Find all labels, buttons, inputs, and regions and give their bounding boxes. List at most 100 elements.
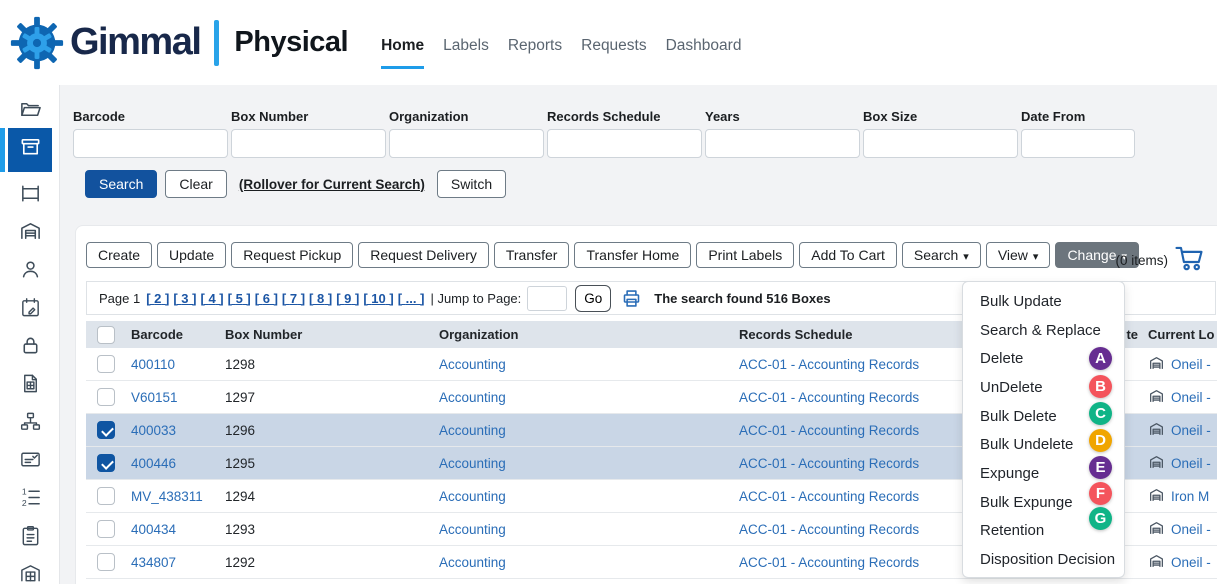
records-schedule-link[interactable]: ACC-01 - Accounting Records	[734, 522, 983, 537]
brand-logo[interactable]: Gimmal	[8, 14, 200, 72]
view-dropdown-button[interactable]: View▾	[986, 242, 1051, 268]
records-schedule-link[interactable]: ACC-01 - Accounting Records	[734, 489, 983, 504]
update-button[interactable]: Update	[157, 242, 226, 268]
row-checkbox[interactable]	[97, 421, 115, 439]
sidebar-item-numbered-list[interactable]: 12	[8, 481, 52, 519]
current-location-link[interactable]: Iron M	[1171, 489, 1209, 504]
box-number-value: 1296	[220, 423, 434, 438]
menu-item-disposition-decision[interactable]: Disposition Decision	[963, 545, 1124, 574]
row-checkbox[interactable]	[97, 487, 115, 505]
current-location-link[interactable]: Oneil -	[1171, 423, 1211, 438]
cart-items-count: (0 items)	[1115, 253, 1168, 268]
nav-item-requests[interactable]: Requests	[581, 37, 646, 69]
nav-item-labels[interactable]: Labels	[443, 37, 489, 69]
folder-open-icon	[19, 98, 42, 126]
sidebar-item-security[interactable]	[8, 329, 52, 367]
organization-link[interactable]: Accounting	[434, 423, 734, 438]
sidebar-item-shelves[interactable]	[8, 177, 52, 215]
page-link-9[interactable]: 9	[336, 291, 359, 306]
transfer-home-button[interactable]: Transfer Home	[574, 242, 691, 268]
cart-area[interactable]: (0 items)	[1115, 244, 1206, 276]
organization-link[interactable]: Accounting	[434, 357, 734, 372]
barcode-input[interactable]	[73, 129, 228, 158]
organization-link[interactable]: Accounting	[434, 555, 734, 570]
go-button[interactable]: Go	[575, 285, 611, 312]
row-checkbox[interactable]	[97, 355, 115, 373]
barcode-link[interactable]: MV_438311	[126, 489, 220, 504]
page-link-4[interactable]: 4	[200, 291, 223, 306]
current-location-link[interactable]: Oneil -	[1171, 522, 1211, 537]
sidebar-item-schedule[interactable]	[8, 291, 52, 329]
sidebar-item-users[interactable]	[8, 253, 52, 291]
jump-to-page-input[interactable]	[527, 286, 567, 311]
records-schedule-link[interactable]: ACC-01 - Accounting Records	[734, 390, 983, 405]
printer-icon[interactable]	[621, 288, 642, 309]
organization-link[interactable]: Accounting	[434, 456, 734, 471]
request-delivery-button[interactable]: Request Delivery	[358, 242, 489, 268]
rollover-current-search-link[interactable]: (Rollover for Current Search)	[239, 177, 425, 192]
records-schedule-link[interactable]: ACC-01 - Accounting Records	[734, 423, 983, 438]
records-schedule-link[interactable]: ACC-01 - Accounting Records	[734, 357, 983, 372]
sidebar-item-storage[interactable]	[8, 557, 52, 584]
brand-name: Gimmal	[70, 21, 200, 64]
page-link-3[interactable]: 3	[173, 291, 196, 306]
current-location-link[interactable]: Oneil -	[1171, 357, 1211, 372]
sidebar-item-boxes[interactable]	[8, 128, 52, 172]
warehouse-location-icon	[1148, 354, 1165, 374]
organization-link[interactable]: Accounting	[434, 489, 734, 504]
row-checkbox[interactable]	[97, 388, 115, 406]
sidebar-item-hierarchy[interactable]	[8, 405, 52, 443]
sidebar-item-folders[interactable]	[8, 93, 52, 131]
records-schedule-input[interactable]	[547, 129, 702, 158]
records-schedule-link[interactable]: ACC-01 - Accounting Records	[734, 456, 983, 471]
current-location-link[interactable]: Oneil -	[1171, 456, 1211, 471]
current-location-link[interactable]: Oneil -	[1171, 390, 1211, 405]
barcode-link[interactable]: 400033	[126, 423, 220, 438]
page-link-8[interactable]: 8	[309, 291, 332, 306]
barcode-link[interactable]: 400434	[126, 522, 220, 537]
request-pickup-button[interactable]: Request Pickup	[231, 242, 353, 268]
box-size-input[interactable]	[863, 129, 1018, 158]
sidebar-item-tasks[interactable]	[8, 519, 52, 557]
organization-link[interactable]: Accounting	[434, 390, 734, 405]
organization-input[interactable]	[389, 129, 544, 158]
sidebar-item-reports-doc[interactable]	[8, 367, 52, 405]
date-from-input[interactable]	[1021, 129, 1135, 158]
records-schedule-link[interactable]: ACC-01 - Accounting Records	[734, 555, 983, 570]
select-all-checkbox[interactable]	[97, 326, 115, 344]
search-button[interactable]: Search	[85, 170, 157, 198]
barcode-link[interactable]: 434807	[126, 555, 220, 570]
box-number-input[interactable]	[231, 129, 386, 158]
years-input[interactable]	[705, 129, 860, 158]
sidebar-item-requests-card[interactable]	[8, 443, 52, 481]
page-link-7[interactable]: 7	[282, 291, 305, 306]
page-link-6[interactable]: 6	[255, 291, 278, 306]
menu-item-bulk-update[interactable]: Bulk Update	[963, 287, 1124, 316]
sidebar-item-warehouse[interactable]	[8, 215, 52, 253]
field-years: Years	[705, 109, 860, 158]
clear-button[interactable]: Clear	[165, 170, 226, 198]
nav-item-dashboard[interactable]: Dashboard	[666, 37, 742, 69]
badge-g: G	[1089, 507, 1112, 530]
current-location-link[interactable]: Oneil -	[1171, 555, 1211, 570]
barcode-link[interactable]: 400446	[126, 456, 220, 471]
add-to-cart-button[interactable]: Add To Cart	[799, 242, 897, 268]
menu-item-search-replace[interactable]: Search & Replace	[963, 316, 1124, 345]
page-link-more[interactable]: ...	[398, 291, 425, 306]
transfer-button[interactable]: Transfer	[494, 242, 570, 268]
row-checkbox[interactable]	[97, 520, 115, 538]
page-link-2[interactable]: 2	[146, 291, 169, 306]
search-dropdown-button[interactable]: Search▾	[902, 242, 981, 268]
page-link-10[interactable]: 10	[363, 291, 393, 306]
row-checkbox[interactable]	[97, 454, 115, 472]
nav-item-home[interactable]: Home	[381, 37, 424, 69]
print-labels-button[interactable]: Print Labels	[696, 242, 794, 268]
barcode-link[interactable]: 400110	[126, 357, 220, 372]
page-link-5[interactable]: 5	[228, 291, 251, 306]
switch-button[interactable]: Switch	[437, 170, 506, 198]
row-checkbox[interactable]	[97, 553, 115, 571]
nav-item-reports[interactable]: Reports	[508, 37, 562, 69]
organization-link[interactable]: Accounting	[434, 522, 734, 537]
create-button[interactable]: Create	[86, 242, 152, 268]
barcode-link[interactable]: V60151	[126, 390, 220, 405]
